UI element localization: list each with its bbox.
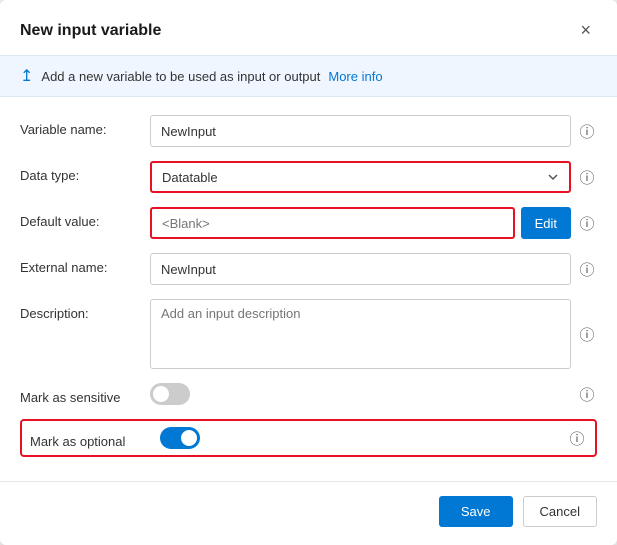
external-name-input[interactable] bbox=[150, 253, 571, 285]
external-name-row: External name: ⓘ bbox=[20, 253, 597, 285]
variable-name-control: ⓘ bbox=[150, 115, 597, 147]
description-textarea[interactable] bbox=[150, 299, 571, 369]
mark-optional-label: Mark as optional bbox=[30, 427, 160, 449]
close-button[interactable]: × bbox=[574, 18, 597, 43]
form-body: Variable name: ⓘ Data type: Datatable Te… bbox=[0, 97, 617, 481]
variable-name-info-icon[interactable]: ⓘ bbox=[577, 121, 597, 142]
mark-optional-toggle[interactable] bbox=[160, 427, 200, 449]
mark-optional-toggle-wrap bbox=[160, 427, 200, 449]
mark-optional-row: Mark as optional ⓘ bbox=[20, 419, 597, 457]
data-type-label: Data type: bbox=[20, 161, 150, 183]
mark-optional-control: ⓘ bbox=[160, 427, 587, 449]
variable-name-label: Variable name: bbox=[20, 115, 150, 137]
mark-sensitive-control: ⓘ bbox=[150, 383, 597, 405]
data-type-row: Data type: Datatable Text Number Boolean… bbox=[20, 161, 597, 193]
data-type-select[interactable]: Datatable Text Number Boolean Date bbox=[150, 161, 571, 193]
default-value-input[interactable] bbox=[150, 207, 515, 239]
description-info-icon[interactable]: ⓘ bbox=[577, 324, 597, 345]
description-control: ⓘ bbox=[150, 299, 597, 369]
mark-sensitive-row: Mark as sensitive ⓘ bbox=[20, 383, 597, 405]
mark-sensitive-info-icon[interactable]: ⓘ bbox=[577, 384, 597, 405]
mark-sensitive-toggle[interactable] bbox=[150, 383, 190, 405]
new-input-variable-dialog: New input variable × ↥ Add a new variabl… bbox=[0, 0, 617, 545]
dialog-title: New input variable bbox=[20, 22, 161, 40]
default-value-control: Edit ⓘ bbox=[150, 207, 597, 239]
external-name-label: External name: bbox=[20, 253, 150, 275]
cancel-button[interactable]: Cancel bbox=[523, 496, 597, 527]
save-button[interactable]: Save bbox=[439, 496, 513, 527]
external-name-control: ⓘ bbox=[150, 253, 597, 285]
description-label: Description: bbox=[20, 299, 150, 321]
banner-text: Add a new variable to be used as input o… bbox=[41, 69, 320, 84]
description-row: Description: ⓘ bbox=[20, 299, 597, 369]
external-name-info-icon[interactable]: ⓘ bbox=[577, 259, 597, 280]
variable-name-input[interactable] bbox=[150, 115, 571, 147]
mark-sensitive-slider bbox=[150, 383, 190, 405]
mark-sensitive-toggle-wrap bbox=[150, 383, 190, 405]
mark-optional-info-icon[interactable]: ⓘ bbox=[567, 428, 587, 449]
data-type-info-icon[interactable]: ⓘ bbox=[577, 167, 597, 188]
data-type-control: Datatable Text Number Boolean Date ⓘ bbox=[150, 161, 597, 193]
mark-optional-slider bbox=[160, 427, 200, 449]
variable-name-row: Variable name: ⓘ bbox=[20, 115, 597, 147]
upload-icon: ↥ bbox=[20, 66, 33, 86]
dialog-footer: Save Cancel bbox=[0, 481, 617, 545]
default-value-label: Default value: bbox=[20, 207, 150, 229]
edit-button[interactable]: Edit bbox=[521, 207, 571, 239]
mark-sensitive-label: Mark as sensitive bbox=[20, 383, 150, 405]
more-info-link[interactable]: More info bbox=[328, 69, 382, 84]
default-value-row: Default value: Edit ⓘ bbox=[20, 207, 597, 239]
default-value-info-icon[interactable]: ⓘ bbox=[577, 213, 597, 234]
dialog-header: New input variable × bbox=[0, 0, 617, 55]
info-banner: ↥ Add a new variable to be used as input… bbox=[0, 55, 617, 97]
